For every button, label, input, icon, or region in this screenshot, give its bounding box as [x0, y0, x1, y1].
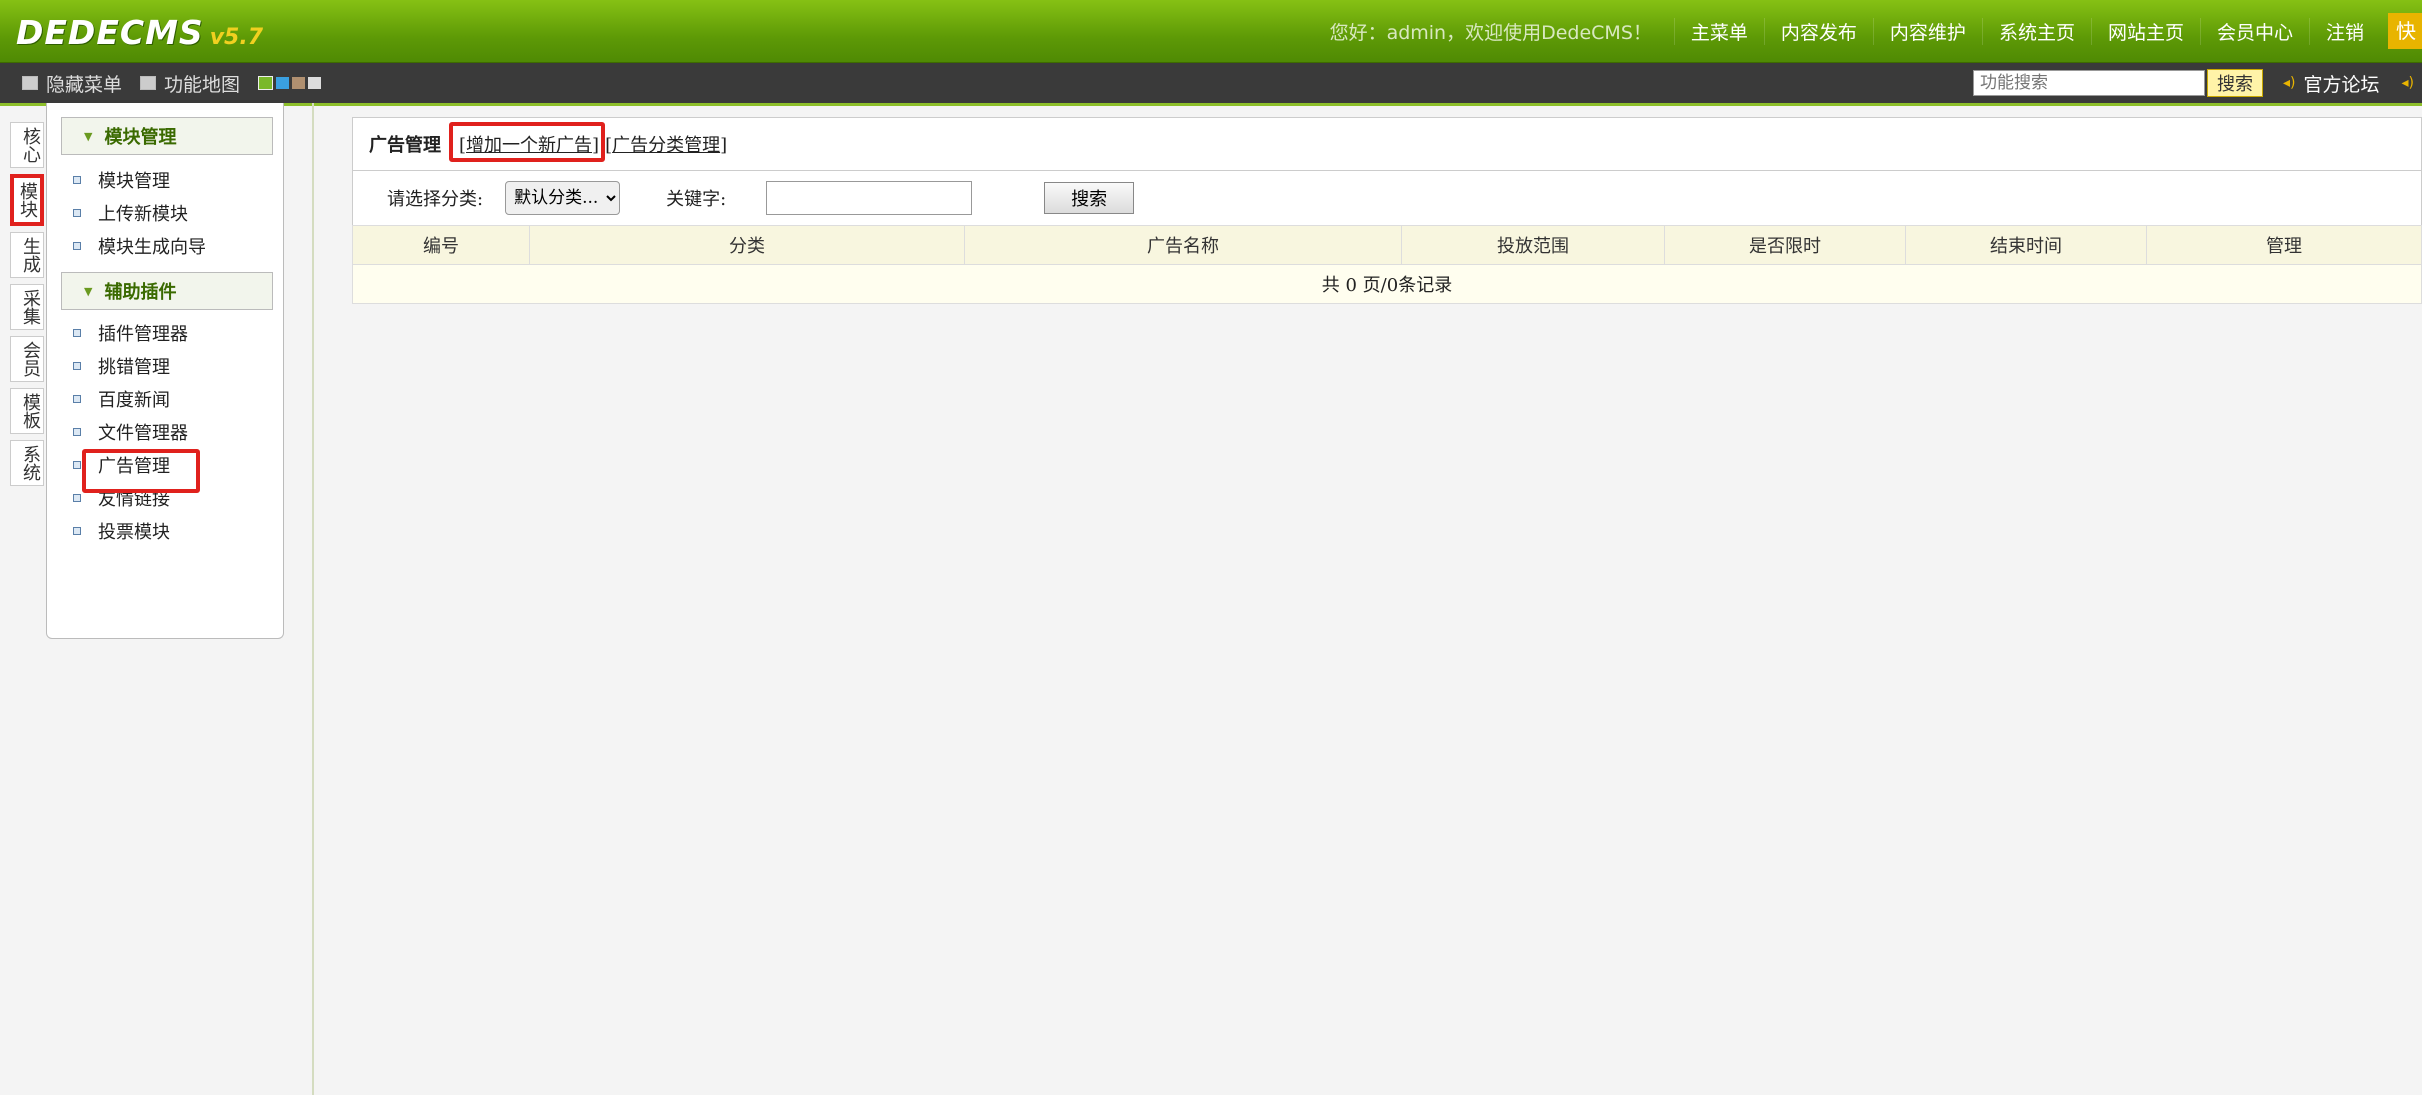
nav-site-home[interactable]: 网站主页 [2090, 17, 2200, 45]
main-content: 广告管理 [增加一个新广告] [广告分类管理] 请选择分类: 默认分类... 关… [352, 117, 2422, 304]
bullet-icon [73, 394, 81, 403]
bullet-icon [73, 328, 81, 337]
vertical-tabs: 核心 模块 生成 采集 会员 模板 系统 [10, 122, 46, 492]
ads-table: 编号 分类 广告名称 投放范围 是否限时 结束时间 管理 共 0 页/0条记录 [352, 225, 2422, 304]
menu-item-label: 挑错管理 [98, 356, 170, 378]
ad-category-link[interactable]: 广告分类管理 [612, 135, 720, 156]
nav-content-maintain[interactable]: 内容维护 [1872, 17, 1982, 45]
hide-menu-icon [22, 76, 38, 90]
ad-management-highlight [82, 449, 200, 493]
nav-member-center[interactable]: 会员中心 [2199, 17, 2309, 45]
menu-item-label: 模块生成向导 [98, 236, 206, 258]
category-label: 请选择分类: [387, 189, 484, 210]
col-id: 编号 [352, 225, 530, 265]
menu-group-title: 辅助插件 [104, 282, 177, 303]
menu-item-label: 百度新闻 [98, 389, 170, 411]
nav-logout[interactable]: 注销 [2308, 17, 2380, 45]
skin-gray-swatch[interactable] [308, 77, 322, 89]
nav-system-home[interactable]: 系统主页 [1981, 17, 2091, 45]
skin-brown-swatch[interactable] [292, 77, 306, 89]
function-map-button[interactable]: 功能地图 [140, 70, 240, 97]
dedecms-logo: DEDECMS v5.7 [16, 12, 263, 52]
pagination-info: 共 0 页/0条记录 [352, 264, 2422, 304]
quick-button[interactable]: 快 [2388, 13, 2422, 49]
bullet-icon [73, 208, 81, 217]
function-search-input[interactable] [1972, 70, 2205, 96]
bullet-icon [73, 460, 81, 469]
bullet-icon [73, 427, 81, 436]
menu-group-plugins[interactable]: ▼ 辅助插件 [61, 272, 273, 310]
col-time-limited: 是否限时 [1664, 225, 1906, 265]
left-menu: ▼ 模块管理 模块管理 上传新模块 模块生成向导 ▼ 辅助插件 插件管理器 挑错… [46, 103, 284, 639]
vtab-member[interactable]: 会员 [10, 336, 44, 382]
menu-group-title: 模块管理 [104, 127, 177, 148]
vtab-template[interactable]: 模板 [10, 388, 44, 434]
menu-item-plugin-manager[interactable]: 插件管理器 [73, 316, 283, 349]
menu-item-label: 投票模块 [98, 521, 170, 543]
official-forum-label: 官方论坛 [2303, 73, 2380, 96]
ad-category-link-wrapper: [广告分类管理] [605, 135, 728, 156]
keyword-input[interactable] [766, 181, 973, 215]
table-header-row: 编号 分类 广告名称 投放范围 是否限时 结束时间 管理 [352, 225, 2422, 265]
menu-item-vote-module[interactable]: 投票模块 [73, 514, 283, 547]
search-button[interactable]: 搜索 [1044, 182, 1135, 214]
vtab-collect[interactable]: 采集 [10, 284, 44, 330]
welcome-text: 您好：admin，欢迎使用DedeCMS！ [1329, 21, 1652, 44]
menu-group-module-management[interactable]: ▼ 模块管理 [61, 117, 273, 155]
top-nav: 您好：admin，欢迎使用DedeCMS！ 主菜单 内容发布 内容维护 系统主页… [1330, 0, 2422, 62]
bullet-icon [73, 526, 81, 535]
filter-bar: 请选择分类: 默认分类... 关键字: 搜索 [352, 171, 2422, 225]
bullet-icon [73, 361, 81, 370]
menu-item-module-wizard[interactable]: 模块生成向导 [73, 229, 283, 262]
col-manage: 管理 [2146, 225, 2422, 265]
vtab-module[interactable]: 模块 [10, 174, 44, 226]
nav-main-menu[interactable]: 主菜单 [1673, 17, 1764, 45]
menu-item-error-report[interactable]: 挑错管理 [73, 349, 283, 382]
col-ad-name: 广告名称 [964, 225, 1402, 265]
skin-green-swatch[interactable] [258, 76, 274, 90]
vtab-generate[interactable]: 生成 [10, 232, 44, 278]
function-search-button[interactable]: 搜索 [2206, 69, 2263, 97]
hide-menu-button[interactable]: 隐藏菜单 [22, 70, 122, 97]
vtab-system[interactable]: 系统 [10, 440, 44, 486]
logo-version: v5.7 [209, 25, 264, 50]
speaker-icon-2: ◂) [2401, 75, 2415, 91]
menu-item-label: 插件管理器 [98, 323, 188, 345]
menu-item-upload-module[interactable]: 上传新模块 [73, 196, 283, 229]
menu-item-module-management[interactable]: 模块管理 [73, 163, 283, 196]
speaker-icon: ◂) [2282, 75, 2296, 91]
table-footer-row: 共 0 页/0条记录 [352, 264, 2422, 304]
official-forum-link[interactable]: ◂) 官方论坛 [2283, 70, 2380, 97]
skin-switcher [258, 76, 324, 90]
menu-item-label: 模块管理 [98, 170, 170, 192]
menu-item-baidu-news[interactable]: 百度新闻 [73, 382, 283, 415]
nav-content-publish[interactable]: 内容发布 [1763, 17, 1873, 45]
menu-item-file-manager[interactable]: 文件管理器 [73, 415, 283, 448]
toolbar: 隐藏菜单 功能地图 搜索 ◂) 官方论坛 ◂) [0, 63, 2422, 106]
bullet-icon [73, 175, 81, 184]
bullet-icon [73, 241, 81, 250]
bullet-icon [73, 493, 81, 502]
add-ad-highlight [449, 122, 605, 162]
col-end-time: 结束时间 [1905, 225, 2147, 265]
add-ad-link-wrapper: [增加一个新广告] [449, 122, 605, 162]
frame-divider [312, 103, 314, 1095]
menu-item-label: 文件管理器 [98, 422, 188, 444]
collapse-arrow-icon: ▼ [84, 129, 93, 143]
menu-item-label: 上传新模块 [98, 203, 188, 225]
category-select[interactable]: 默认分类... [505, 181, 621, 215]
logo-text: DEDECMS [16, 13, 204, 52]
top-header: DEDECMS v5.7 您好：admin，欢迎使用DedeCMS！ 主菜单 内… [0, 0, 2422, 63]
skin-blue-swatch[interactable] [276, 77, 290, 89]
grid-icon [140, 76, 157, 90]
collapse-arrow-icon: ▼ [84, 284, 93, 298]
vtab-core[interactable]: 核心 [10, 122, 44, 168]
page-header: 广告管理 [增加一个新广告] [广告分类管理] [352, 117, 2422, 171]
function-map-label: 功能地图 [164, 73, 241, 96]
keyword-label: 关键字: [666, 189, 727, 210]
col-category: 分类 [529, 225, 965, 265]
hide-menu-label: 隐藏菜单 [46, 73, 123, 96]
col-scope: 投放范围 [1401, 225, 1665, 265]
page-title: 广告管理 [369, 135, 441, 156]
